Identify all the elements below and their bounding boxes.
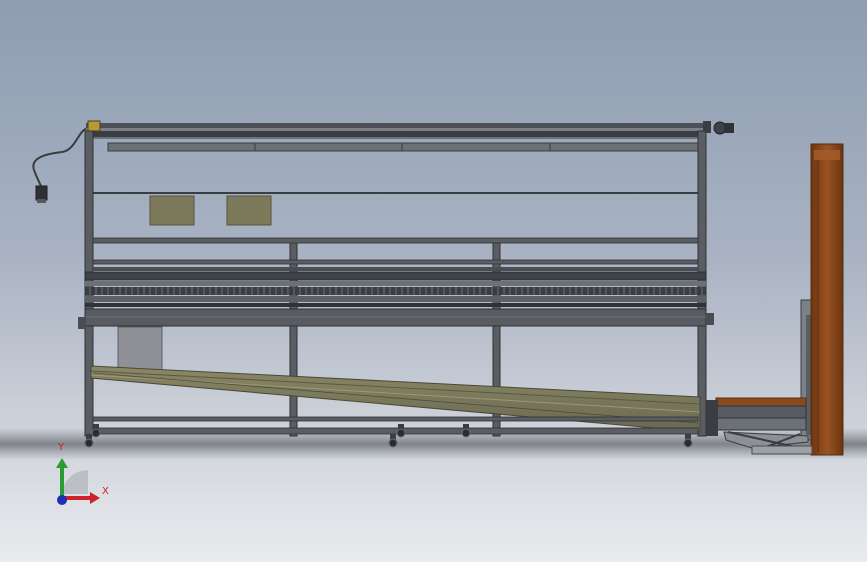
caster-wheel: [91, 424, 101, 438]
wood-board: [810, 143, 844, 456]
top-rail: [86, 123, 703, 152]
y-axis-label: Y: [58, 442, 65, 453]
triad-arrows: [56, 458, 100, 505]
olive-panel-left: [149, 195, 195, 226]
rail-end-left: [87, 120, 101, 132]
rail-end-right-sensor: [703, 121, 734, 135]
olive-panel-right: [226, 195, 272, 226]
caster-wheel: [396, 424, 406, 438]
x-axis-label: X: [102, 486, 109, 497]
z-axis-dot: [57, 495, 67, 505]
power-cable: [32, 127, 89, 189]
plug-connector: [35, 185, 48, 203]
control-box: [117, 326, 163, 372]
cad-viewport[interactable]: Y X: [0, 0, 867, 562]
caster-wheel: [388, 434, 398, 448]
conveyor-beam: [78, 308, 714, 329]
caster-wheel: [683, 434, 693, 448]
sloped-chute: [90, 365, 701, 433]
upper-rail: [92, 192, 700, 194]
stacker-unit: [706, 143, 844, 456]
conveyor-assembly-drawing: [0, 120, 867, 460]
caster-wheel: [461, 424, 471, 438]
lower-rails: [92, 416, 699, 435]
mid-rails: [92, 237, 699, 271]
